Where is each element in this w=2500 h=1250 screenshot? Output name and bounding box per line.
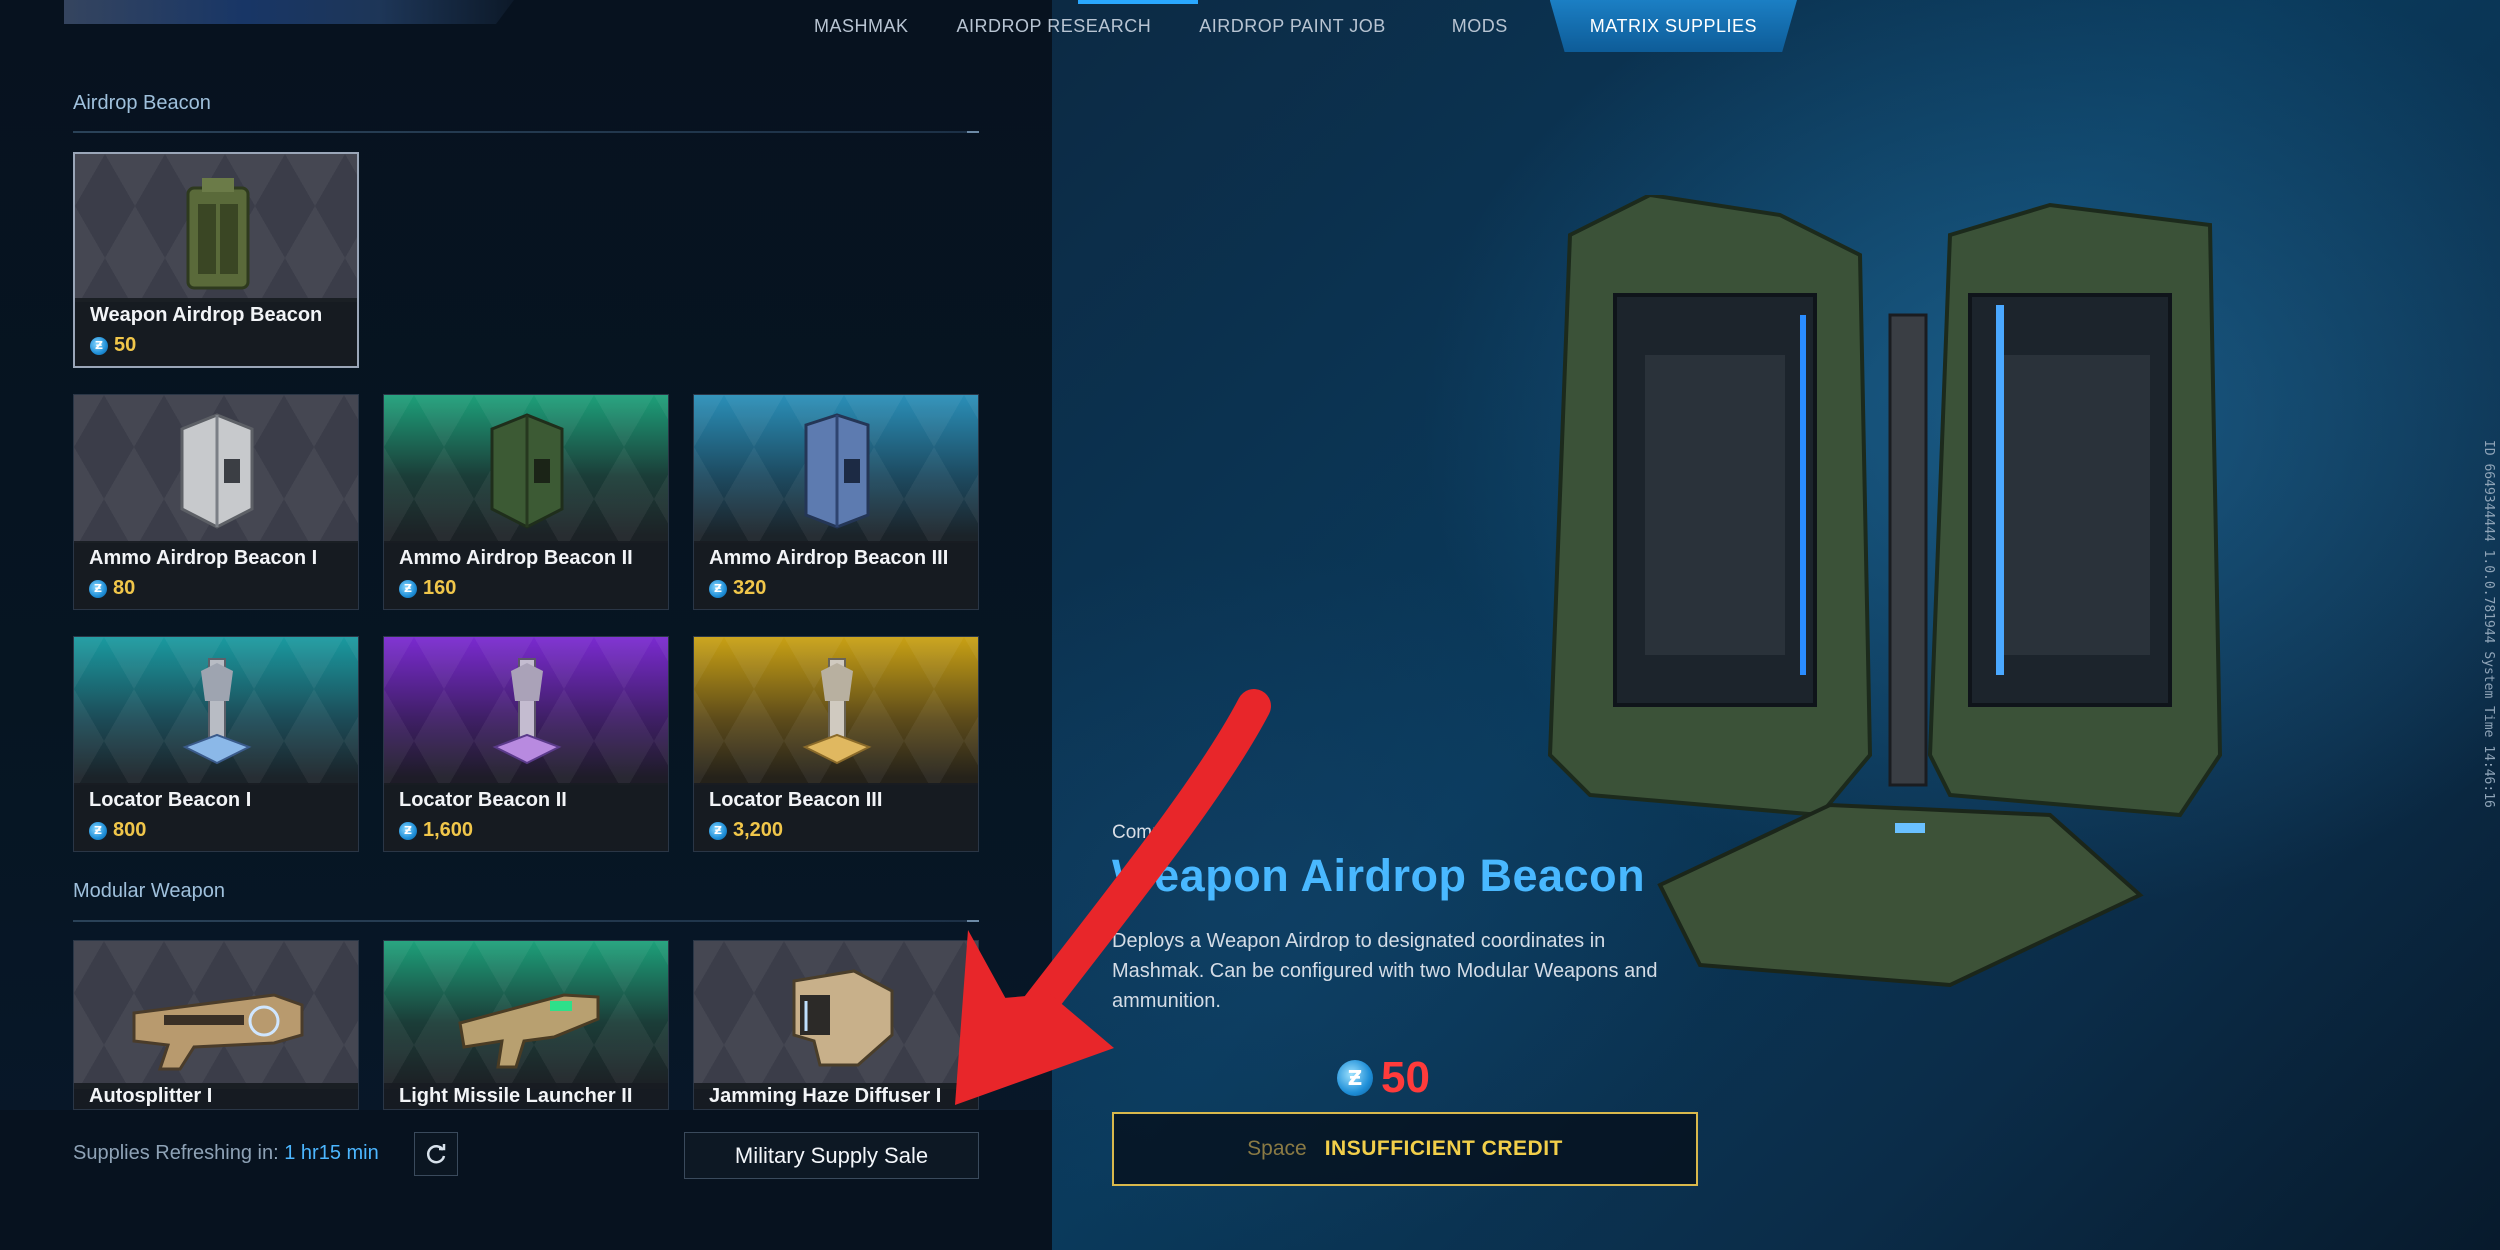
detail-price-row: Ƶ 50 (1337, 1053, 1430, 1103)
item-price-row: Ƶ 50 (90, 334, 136, 357)
refresh-time: 1 hr15 min (284, 1142, 379, 1164)
top-nav: MASHMAK AIRDROP RESEARCH AIRDROP PAINT J… (790, 0, 1797, 52)
item-name: Locator Beacon II (399, 789, 567, 811)
purchase-hotkey: Space (1247, 1137, 1307, 1160)
tab-airdrop-research[interactable]: AIRDROP RESEARCH (933, 0, 1176, 52)
section-divider (73, 920, 979, 922)
purchase-status-label: INSUFFICIENT CREDIT (1324, 1137, 1563, 1160)
detail-item-name: Weapon Airdrop Beacon (1112, 850, 1646, 901)
detail-item-description: Deploys a Weapon Airdrop to designated c… (1112, 930, 1658, 1012)
ammo-crate-image (804, 413, 870, 529)
item-price: 50 (114, 334, 137, 356)
card-info: Ammo Airdrop Beacon III Ƶ 320 (694, 541, 978, 609)
credit-coin-icon: Ƶ (709, 579, 727, 598)
card-info: Ammo Airdrop Beacon II Ƶ 160 (384, 541, 668, 609)
card-info: Locator Beacon II Ƶ 1,600 (384, 783, 668, 851)
detail-price: 50 (1381, 1053, 1430, 1102)
item-card-autosplitter-1[interactable]: Autosplitter I (73, 940, 359, 1110)
item-name: Ammo Airdrop Beacon II (399, 547, 633, 569)
item-name: Autosplitter I (89, 1085, 213, 1107)
credit-coin-icon: Ƶ (399, 821, 417, 840)
locator-beacon-image (802, 658, 872, 765)
credit-coin-icon: Ƶ (89, 821, 107, 840)
build-info-text: ID 6649344444 1.0.0.781944 System Time 1… (2481, 440, 2496, 808)
top-banner-image (64, 0, 514, 24)
item-price: 80 (113, 577, 136, 599)
beacon-item-image (186, 178, 250, 290)
item-name: Locator Beacon I (89, 789, 252, 811)
item-card-locator-beacon-3[interactable]: Locator Beacon III Ƶ 3,200 (693, 636, 979, 852)
footer-bar (0, 1110, 1052, 1250)
item-price: 320 (733, 577, 767, 599)
item-card-locator-beacon-1[interactable]: Locator Beacon I Ƶ 800 (73, 636, 359, 852)
card-info: Weapon Airdrop Beacon Ƶ 50 (75, 298, 357, 366)
item-rarity: Common (1112, 822, 1190, 843)
military-supply-sale-button[interactable]: Military Supply Sale (684, 1132, 979, 1179)
card-info: Locator Beacon I Ƶ 800 (74, 783, 358, 851)
weapon-image (792, 969, 894, 1067)
card-info: Locator Beacon III Ƶ 3,200 (694, 783, 978, 851)
card-info: Light Missile Launcher II (384, 1083, 668, 1109)
item-card-weapon-airdrop-beacon[interactable]: Weapon Airdrop Beacon Ƶ 50 (73, 152, 359, 368)
section-title-modular-weapon: Modular Weapon (73, 880, 225, 902)
card-info: Ammo Airdrop Beacon I Ƶ 80 (74, 541, 358, 609)
tab-mashmak[interactable]: MASHMAK (790, 0, 933, 52)
credit-coin-icon: Ƶ (1337, 1060, 1373, 1096)
item-price-row: Ƶ 80 (89, 577, 135, 600)
item-card-light-missile-launcher-2[interactable]: Light Missile Launcher II (383, 940, 669, 1110)
item-price: 3,200 (733, 819, 784, 841)
item-card-ammo-airdrop-beacon-3[interactable]: Ammo Airdrop Beacon III Ƶ 320 (693, 394, 979, 610)
refresh-label: Supplies Refreshing in: (73, 1142, 279, 1164)
tab-indicator (1078, 0, 1198, 4)
ammo-crate-image (180, 413, 254, 529)
credit-coin-icon: Ƶ (399, 579, 417, 598)
item-price-row: Ƶ 160 (399, 577, 456, 600)
item-price: 1,600 (423, 819, 474, 841)
item-price-row: Ƶ 1,600 (399, 819, 473, 842)
item-name: Jamming Haze Diffuser I (709, 1085, 942, 1107)
item-name: Locator Beacon III (709, 789, 883, 811)
item-name: Ammo Airdrop Beacon I (89, 547, 318, 569)
item-card-ammo-airdrop-beacon-2[interactable]: Ammo Airdrop Beacon II Ƶ 160 (383, 394, 669, 610)
section-divider (73, 131, 979, 133)
item-name: Weapon Airdrop Beacon (90, 304, 323, 326)
item-price: 160 (423, 577, 457, 599)
item-card-locator-beacon-2[interactable]: Locator Beacon II Ƶ 1,600 (383, 636, 669, 852)
supplies-screen: MASHMAK AIRDROP RESEARCH AIRDROP PAINT J… (0, 0, 2500, 1250)
tab-mods[interactable]: MODS (1410, 0, 1550, 52)
item-name: Light Missile Launcher II (399, 1085, 633, 1107)
card-info: Jamming Haze Diffuser I (694, 1083, 978, 1109)
tab-matrix-supplies[interactable]: MATRIX SUPPLIES (1549, 0, 1797, 52)
locator-beacon-image (182, 658, 252, 765)
item-price-row: Ƶ 800 (89, 819, 146, 842)
weapon-image (132, 993, 304, 1071)
credit-coin-icon: Ƶ (89, 579, 107, 598)
refresh-timer: Supplies Refreshing in: 1 hr15 min (73, 1142, 379, 1165)
tab-airdrop-paint-job[interactable]: AIRDROP PAINT JOB (1175, 0, 1410, 52)
refresh-icon (426, 1144, 446, 1164)
purchase-button[interactable]: Space INSUFFICIENT CREDIT (1112, 1112, 1698, 1186)
credit-coin-icon: Ƶ (709, 821, 727, 840)
card-info: Autosplitter I (74, 1083, 358, 1109)
section-title-airdrop-beacon: Airdrop Beacon (73, 92, 211, 114)
item-name: Ammo Airdrop Beacon III (709, 547, 949, 569)
item-card-ammo-airdrop-beacon-1[interactable]: Ammo Airdrop Beacon I Ƶ 80 (73, 394, 359, 610)
locator-beacon-image (492, 658, 562, 765)
item-price-row: Ƶ 320 (709, 577, 766, 600)
ammo-crate-image (490, 413, 564, 529)
item-card-jamming-haze-diffuser-1[interactable]: Jamming Haze Diffuser I (693, 940, 979, 1110)
item-price: 800 (113, 819, 147, 841)
weapon-image (458, 993, 600, 1069)
credit-coin-icon: Ƶ (90, 336, 108, 355)
refresh-button[interactable] (414, 1132, 458, 1176)
item-price-row: Ƶ 3,200 (709, 819, 783, 842)
